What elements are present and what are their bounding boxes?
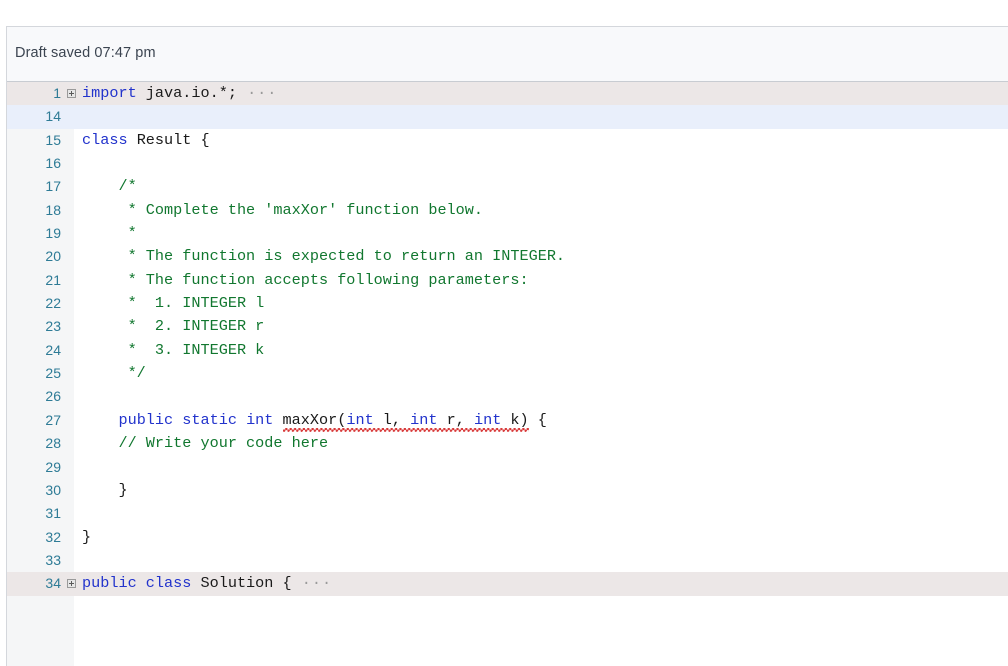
code-token: } [82, 480, 128, 499]
line-number: 1 [53, 85, 61, 101]
code-token: /* [82, 177, 137, 196]
editor-screen: Draft saved 07:47 pm 1 import java.io.*; … [0, 0, 1008, 666]
code-line[interactable]: 30 } [7, 479, 1008, 502]
code-token: int [346, 410, 374, 429]
code-token: * The function accepts following paramet… [82, 270, 529, 289]
code-token: // Write your code here [82, 434, 329, 453]
code-line[interactable]: 20 * The function is expected to return … [7, 245, 1008, 268]
draft-status-bar: Draft saved 07:47 pm [7, 27, 1008, 82]
code-token: java.io.*; [136, 84, 237, 102]
code-text: } [82, 526, 91, 549]
code-line[interactable]: 24 * 3. INTEGER k [7, 339, 1008, 362]
code-line[interactable]: 17 /* [7, 175, 1008, 198]
code-token: * 1. INTEGER l [82, 294, 265, 313]
code-text: /* [82, 175, 137, 198]
code-token: class [82, 130, 128, 149]
plus-box-icon[interactable] [67, 88, 76, 98]
fold-ellipsis-icon[interactable]: ··· [292, 574, 332, 592]
code-text: import java.io.*; ··· [82, 82, 277, 105]
plus-box-icon[interactable] [67, 578, 76, 588]
line-number: 20 [45, 248, 61, 265]
code-token: * Complete the 'maxXor' function below. [82, 200, 484, 219]
code-token: * [82, 224, 137, 243]
line-number: 17 [45, 178, 61, 195]
code-line[interactable]: 32} [7, 526, 1008, 549]
code-text: * The function is expected to return an … [82, 245, 565, 268]
code-line[interactable]: 28 // Write your code here [7, 432, 1008, 455]
code-text: // Write your code here [82, 432, 328, 455]
line-number: 26 [45, 388, 61, 405]
code-text: * Complete the 'maxXor' function below. [82, 199, 483, 222]
code-text: * 3. INTEGER k [82, 339, 265, 362]
code-token: import [82, 84, 137, 102]
code-text: * 2. INTEGER r [82, 315, 265, 338]
code-line[interactable]: 26 [7, 385, 1008, 408]
code-line[interactable]: 21 * The function accepts following para… [7, 269, 1008, 292]
line-number: 21 [45, 271, 61, 288]
line-number: 30 [45, 481, 61, 498]
code-token: * 3. INTEGER k [82, 340, 265, 359]
code-token: */ [82, 364, 146, 383]
line-number: 19 [45, 225, 61, 242]
code-line[interactable]: 15 class Result { [7, 129, 1008, 152]
code-token: public static int [118, 410, 283, 429]
code-token: k) [501, 410, 529, 429]
code-token: maxXor( [282, 410, 347, 429]
code-text: public static int maxXor(int l, int r, i… [82, 409, 547, 433]
code-token: { [528, 410, 547, 429]
code-text: */ [82, 362, 146, 385]
code-line[interactable]: 25 */ [7, 362, 1008, 385]
code-token: * The function is expected to return an … [82, 247, 566, 266]
line-number: 25 [45, 365, 61, 382]
line-number: 33 [45, 551, 61, 568]
code-text: } [82, 479, 128, 502]
line-number: 22 [45, 295, 61, 312]
code-text: * The function accepts following paramet… [82, 269, 529, 292]
line-number: 15 [45, 131, 61, 148]
line-number: 31 [45, 505, 61, 522]
code-token: Solution { [191, 574, 292, 593]
code-line[interactable]: 23 * 2. INTEGER r [7, 315, 1008, 338]
code-line[interactable]: 34 public class Solution { ··· [7, 572, 1008, 596]
code-token: Result { [127, 130, 210, 149]
code-text: * 1. INTEGER l [82, 292, 265, 315]
code-text: class Result { [82, 129, 210, 152]
line-number: 14 [45, 108, 61, 125]
code-line[interactable]: 31 [7, 502, 1008, 525]
line-number: 28 [45, 435, 61, 452]
code-token: r, [437, 410, 474, 429]
code-line[interactable]: 27 public static int maxXor(int l, int r… [7, 409, 1008, 433]
code-token: int [410, 410, 438, 429]
error-squiggle: maxXor(int l, int r, int k) [282, 409, 529, 433]
line-number: 23 [45, 318, 61, 335]
code-line[interactable]: 33 [7, 549, 1008, 572]
code-line[interactable]: 29 [7, 456, 1008, 479]
line-number: 29 [45, 458, 61, 475]
code-token: int [473, 410, 502, 429]
code-token: public class [82, 574, 192, 593]
code-line[interactable]: 22 * 1. INTEGER l [7, 292, 1008, 315]
code-editor-panel: Draft saved 07:47 pm 1 import java.io.*; … [6, 26, 1008, 666]
code-line[interactable]: 14 [7, 105, 1008, 129]
fold-ellipsis-icon[interactable]: ··· [237, 84, 277, 102]
code-text: public class Solution { ··· [82, 572, 332, 595]
code-token: * 2. INTEGER r [82, 317, 265, 336]
line-number: 32 [45, 528, 61, 545]
code-area[interactable]: 1 import java.io.*; ··· 14 15 class Result {… [7, 82, 1008, 666]
code-token: l, [373, 410, 411, 429]
code-line[interactable]: 19 * [7, 222, 1008, 245]
code-token: } [82, 527, 92, 546]
code-line[interactable]: 16 [7, 152, 1008, 175]
line-number: 24 [45, 341, 61, 358]
line-number: 16 [45, 155, 61, 172]
line-number: 27 [45, 411, 61, 428]
code-line[interactable]: 1 import java.io.*; ··· [7, 82, 1008, 106]
line-number: 34 [45, 575, 61, 592]
code-line[interactable]: 18 * Complete the 'maxXor' function belo… [7, 199, 1008, 222]
draft-saved-status: Draft saved 07:47 pm [15, 45, 156, 61]
line-number: 18 [45, 201, 61, 218]
code-text: * [82, 222, 137, 245]
code-line-list: 1 import java.io.*; ··· 14 15 class Result {… [7, 82, 1008, 596]
